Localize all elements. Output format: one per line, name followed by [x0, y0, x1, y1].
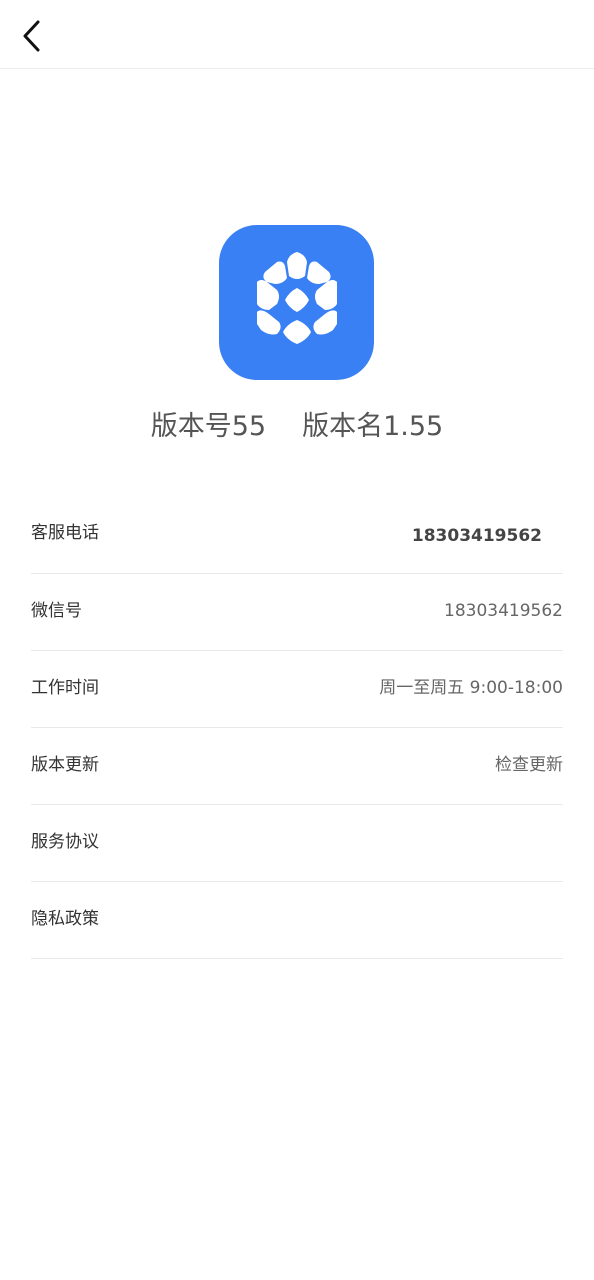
version-code: 版本号55: [150, 411, 267, 442]
row-version-update[interactable]: 版本更新 检查更新: [31, 728, 563, 805]
row-privacy-policy[interactable]: 隐私政策: [31, 882, 563, 959]
row-label: 客服电话: [31, 523, 99, 543]
row-service-agreement[interactable]: 服务协议: [31, 805, 563, 882]
about-screen: 版本号55 版本名1.55 客服电话 18303419562 微信号 183034…: [0, 0, 594, 1280]
row-label: 版本更新: [31, 755, 99, 775]
info-list: 客服电话 18303419562 微信号 18303419562 工作时间 周一…: [31, 496, 563, 959]
row-wechat-id[interactable]: 微信号 18303419562: [31, 574, 563, 651]
row-label: 服务协议: [31, 832, 99, 852]
version-info: 版本号55 版本名1.55: [0, 405, 594, 449]
version-name: 版本名1.55: [302, 411, 444, 442]
back-button[interactable]: [12, 14, 52, 58]
row-label: 隐私政策: [31, 909, 99, 929]
check-update-link[interactable]: 检查更新: [495, 754, 563, 776]
row-working-hours: 工作时间 周一至周五 9:00-18:00: [31, 651, 563, 728]
row-label: 工作时间: [31, 678, 99, 698]
nav-bar: [0, 0, 594, 69]
app-logo: [219, 225, 374, 380]
chevron-left-icon: [23, 20, 40, 52]
customer-service-phone-value[interactable]: 18303419562: [412, 525, 542, 547]
row-customer-service-phone[interactable]: 客服电话 18303419562: [31, 496, 563, 574]
cube-logo-icon: [256, 251, 337, 344]
working-hours-value: 周一至周五 9:00-18:00: [379, 678, 563, 698]
wechat-id-value: 18303419562: [444, 601, 563, 621]
row-label: 微信号: [31, 601, 82, 621]
